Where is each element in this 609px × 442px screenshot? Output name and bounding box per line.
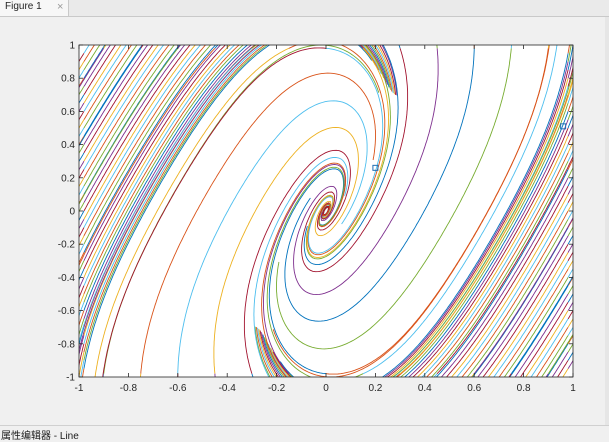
streamline-156 [103, 45, 107, 49]
x-tick-label-2: -0.6 [169, 383, 187, 394]
y-tick-label-10: 1 [69, 41, 75, 52]
x-tick-label-7: 0.4 [418, 383, 432, 394]
phase-portrait-plot[interactable]: -1 -0.8 -0.6 -0.4 -0.2 0 0.2 0.4 0.6 0.8 1 -1 -0.8 -0… [0, 17, 609, 425]
streamline-201 [510, 45, 512, 49]
streamline-129 [79, 102, 85, 113]
streamline-43 [567, 276, 573, 286]
streamline-67 [567, 226, 573, 237]
streamline-198 [470, 373, 475, 377]
streamline-69 [79, 227, 85, 239]
streamline-163 [140, 373, 142, 377]
streamline-59 [567, 242, 573, 253]
streamline-95 [567, 166, 573, 178]
streamline-35 [567, 293, 573, 303]
streamline-189 [398, 45, 401, 49]
x-tick-label-5: 0 [323, 383, 329, 394]
streamline-31 [567, 301, 573, 311]
status-bar: 属性编辑器 - Line [0, 425, 609, 442]
streamline-15 [567, 334, 573, 345]
streamline-65 [79, 235, 85, 247]
streamline-3 [567, 359, 573, 369]
x-tick-label-4: -0.2 [268, 383, 286, 394]
x-tick-label-10: 1 [570, 383, 576, 394]
y-tick-label-8: 0.6 [61, 107, 75, 118]
streamline-202 [508, 373, 512, 377]
streamline-197 [473, 45, 475, 49]
streamline-11 [567, 343, 573, 353]
streamline-107 [567, 140, 573, 154]
x-tick-label-0: -1 [75, 383, 84, 394]
streamline-171 [214, 373, 216, 377]
x-tick-label-9: 0.8 [517, 383, 531, 394]
close-icon[interactable]: × [57, 0, 63, 15]
property-editor-status: 属性编辑器 - Line [1, 431, 79, 442]
streamline-164 [177, 45, 182, 49]
streamline-39 [567, 284, 573, 295]
y-tick-label-4: -0.2 [58, 240, 76, 251]
figure-canvas[interactable]: -1 -0.8 -0.6 -0.4 -0.2 0 0.2 0.4 0.6 0.8 1 -1 -0.8 -0… [0, 17, 609, 425]
streamline-111 [567, 131, 573, 145]
streamline-7 [567, 351, 573, 361]
scrollbar[interactable] [605, 17, 609, 425]
streamline-51 [567, 259, 573, 270]
streamline-19 [567, 326, 573, 336]
streamline-85 [79, 194, 85, 205]
streamline-27 [567, 309, 573, 320]
streamline-91 [567, 175, 573, 187]
streamline-61 [79, 244, 85, 256]
y-tick-label-9: 0.8 [61, 74, 75, 85]
x-tick-label-8: 0.6 [467, 383, 481, 394]
tab-label: Figure 1 [5, 1, 42, 12]
streamline-159 [102, 373, 105, 377]
y-tick-label-6: 0.2 [61, 173, 75, 184]
streamline-93 [79, 177, 85, 188]
streamline-193 [436, 45, 438, 49]
x-tick-label-6: 0.2 [368, 383, 382, 394]
streamline-23 [567, 318, 573, 328]
streamline-87 [567, 183, 573, 195]
y-tick-label-7: 0.4 [61, 140, 75, 151]
streamline-160 [140, 45, 144, 49]
streamline-63 [567, 234, 573, 245]
streamline-79 [567, 200, 573, 212]
figure-tab-bar: Figure 1 × [0, 0, 609, 17]
streamline-47 [567, 268, 573, 278]
streamline-75 [567, 209, 573, 220]
streamline-109 [79, 144, 85, 154]
streamline-103 [567, 149, 573, 162]
streamline-206 [545, 373, 549, 377]
streamline-55 [567, 251, 573, 262]
streamline-83 [567, 192, 573, 203]
y-tick-label-1: -0.8 [58, 339, 76, 350]
y-tick-label-5: 0 [69, 207, 75, 218]
x-tick-label-3: -0.4 [219, 383, 237, 394]
streamline-167 [177, 373, 179, 377]
streamline-71 [567, 217, 573, 228]
streamline-99 [567, 158, 573, 170]
streamline-205 [547, 45, 550, 49]
y-tick-label-0: -1 [66, 373, 75, 384]
y-tick-label-2: -0.6 [58, 306, 76, 317]
y-tick-label-3: -0.4 [58, 273, 76, 284]
streamline-175 [251, 373, 254, 377]
tab-figure-1[interactable]: Figure 1 × [0, 0, 69, 16]
x-tick-label-1: -0.8 [120, 383, 138, 394]
streamline-45 [79, 277, 85, 291]
